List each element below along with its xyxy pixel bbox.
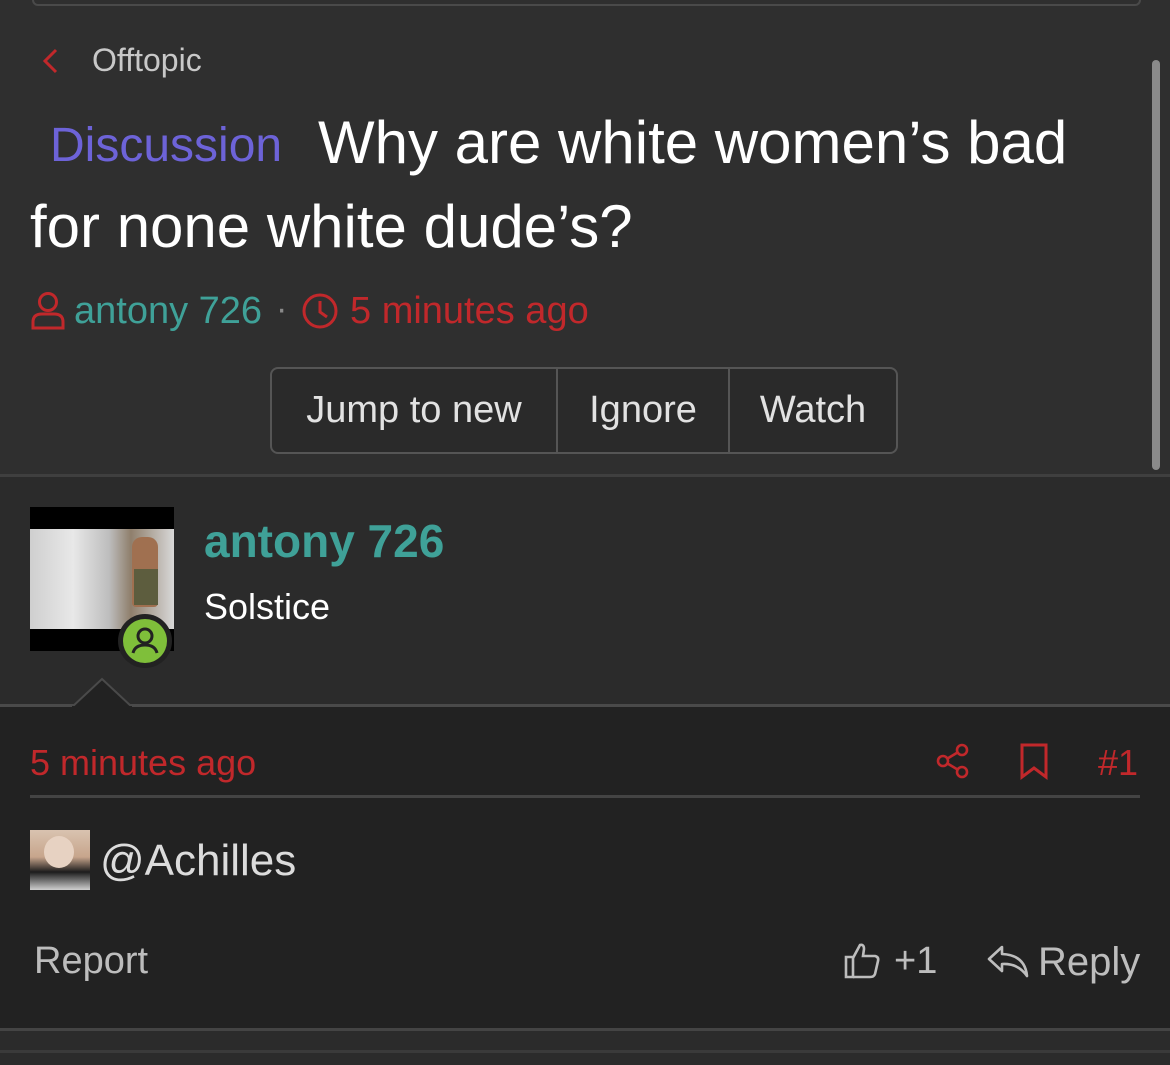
thread-title-line1: Why are white women’s bad [318, 109, 1068, 176]
clock-icon [302, 293, 338, 329]
thread-title-line2: for none white dude’s? [30, 193, 633, 260]
footer-divider-2 [0, 1050, 1170, 1053]
scrollbar[interactable] [1152, 60, 1160, 470]
message-divider [30, 795, 1140, 798]
share-icon[interactable] [934, 742, 972, 780]
thread-prefix: Discussion [50, 119, 283, 172]
mention-avatar-face [44, 836, 74, 868]
footer-divider [0, 1028, 1170, 1031]
thread-actions: Jump to new Ignore Watch [270, 367, 898, 454]
ignore-button[interactable]: Ignore [556, 369, 728, 452]
breadcrumb[interactable]: Offtopic [92, 42, 202, 79]
jump-to-new-button[interactable]: Jump to new [272, 369, 556, 452]
chevron-left-icon[interactable] [36, 46, 66, 76]
user-title: Solstice [204, 586, 331, 627]
avatar-figure-lower [134, 569, 158, 605]
thumbs-up-icon[interactable] [842, 940, 882, 980]
message-top-border [0, 704, 1170, 707]
report-link[interactable]: Report [34, 940, 148, 983]
post-author-name[interactable]: antony 726 [204, 514, 444, 568]
mention-avatar[interactable] [30, 830, 90, 890]
post-author-block [0, 477, 1170, 705]
user-icon [31, 292, 65, 330]
message-arrow [72, 677, 132, 709]
post-time[interactable]: 5 minutes ago [30, 742, 256, 784]
thread-time[interactable]: 5 minutes ago [350, 290, 589, 333]
bookmark-icon[interactable] [1018, 742, 1050, 780]
meta-separator: · [276, 290, 288, 328]
footer-strip [0, 1030, 1170, 1065]
reply-icon[interactable] [986, 942, 1030, 980]
top-frame-border [32, 0, 1141, 6]
reaction-count[interactable]: +1 [894, 940, 937, 983]
user-mention[interactable]: @Achilles [100, 836, 296, 886]
post-number[interactable]: #1 [1098, 742, 1138, 784]
reply-button[interactable]: Reply [1038, 940, 1140, 985]
thread-author[interactable]: antony 726 [74, 290, 262, 333]
online-status-icon [118, 614, 172, 668]
user-silhouette-icon [131, 627, 159, 654]
watch-button[interactable]: Watch [728, 369, 896, 452]
